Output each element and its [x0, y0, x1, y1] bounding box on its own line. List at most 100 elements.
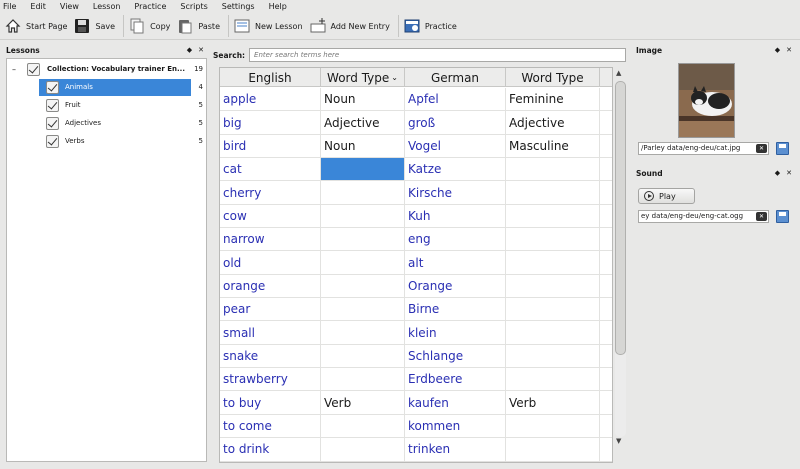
cell-german[interactable]: Vogel [405, 134, 506, 158]
cell-word-type-german[interactable] [506, 414, 600, 438]
table-row[interactable]: cow Kuh [220, 204, 612, 229]
table-row[interactable]: bird Noun Vogel Masculine [220, 134, 612, 159]
cell-german[interactable]: Birne [405, 298, 506, 321]
cell-english[interactable]: bird [220, 134, 321, 158]
cell-word-type[interactable] [321, 368, 405, 391]
cell-word-type[interactable] [321, 251, 405, 274]
table-scrollbar[interactable]: ▲ ▼ [614, 67, 627, 449]
image-path-field[interactable]: /Parley data/eng-deu/cat.jpg ✕ [638, 142, 769, 155]
cell-german[interactable]: kommen [405, 414, 506, 438]
menu-file[interactable]: File [3, 2, 16, 11]
close-panel-icon[interactable]: ✕ [786, 169, 792, 177]
cell-german[interactable]: trinken [405, 438, 506, 461]
save-sound-icon[interactable] [776, 210, 789, 223]
checkbox-collection[interactable] [27, 62, 40, 76]
cell-english[interactable]: snake [220, 344, 321, 368]
cell-german[interactable]: Katze [405, 158, 506, 181]
cell-german[interactable]: eng [405, 228, 506, 251]
cell-english[interactable]: narrow [220, 228, 321, 251]
cell-german[interactable]: Apfel [405, 88, 506, 111]
checkbox-fruit[interactable] [46, 98, 59, 112]
menu-edit[interactable]: Edit [30, 2, 46, 11]
cell-german[interactable]: alt [405, 251, 506, 274]
column-header-english[interactable]: English [220, 68, 321, 87]
cell-word-type[interactable] [321, 344, 405, 368]
paste-button[interactable]: Paste [175, 14, 225, 38]
sound-path-field[interactable]: ey data/eng-deu/eng-cat.ogg ✕ [638, 210, 769, 223]
tree-item-fruit[interactable]: Fruit 5 [7, 96, 206, 114]
cell-german[interactable]: Erdbeere [405, 368, 506, 391]
play-button[interactable]: Play [638, 188, 695, 204]
cell-word-type[interactable] [321, 204, 405, 228]
cell-word-type[interactable] [321, 228, 405, 251]
cell-word-type-german[interactable]: Masculine [506, 134, 600, 158]
copy-button[interactable]: Copy [127, 14, 175, 38]
cell-word-type-german[interactable] [506, 181, 600, 204]
cell-word-type[interactable] [321, 414, 405, 438]
cell-english[interactable]: big [220, 111, 321, 134]
cell-word-type-german[interactable]: Feminine [506, 88, 600, 111]
cell-english[interactable]: pear [220, 298, 321, 321]
scroll-down-icon[interactable]: ▼ [616, 437, 621, 445]
cell-word-type[interactable] [321, 321, 405, 344]
table-row[interactable]: to drink trinken [220, 438, 612, 462]
cell-word-type[interactable]: Noun [321, 88, 405, 111]
column-header-german[interactable]: German [405, 68, 506, 87]
cell-word-type[interactable] [321, 298, 405, 321]
cell-english[interactable]: cherry [220, 181, 321, 204]
cell-word-type[interactable]: Verb [321, 391, 405, 414]
table-row[interactable]: big Adjective groß Adjective [220, 111, 612, 135]
add-new-entry-button[interactable]: Add New Entry [308, 14, 395, 38]
cell-word-type-german[interactable]: Verb [506, 391, 600, 414]
cell-english[interactable]: cow [220, 204, 321, 228]
table-row[interactable]: narrow eng [220, 228, 612, 252]
cell-english[interactable]: to drink [220, 438, 321, 461]
table-row[interactable]: small klein [220, 321, 612, 345]
tree-item-verbs[interactable]: Verbs 5 [7, 132, 206, 150]
menu-lesson[interactable]: Lesson [93, 2, 121, 11]
cell-word-type[interactable] [321, 274, 405, 298]
cell-word-type[interactable]: Adjective [321, 111, 405, 134]
table-row[interactable]: apple Noun Apfel Feminine [220, 88, 612, 112]
cell-word-type[interactable] [321, 181, 405, 204]
cell-word-type-german[interactable] [506, 298, 600, 321]
menu-view[interactable]: View [60, 2, 79, 11]
cell-word-type-german[interactable] [506, 368, 600, 391]
table-row[interactable]: orange Orange [220, 274, 612, 299]
table-row[interactable]: pear Birne [220, 298, 612, 322]
column-header-word-type[interactable]: Word Type ⌄ [321, 68, 405, 87]
cell-word-type[interactable] [321, 438, 405, 461]
close-panel-icon[interactable]: ✕ [198, 46, 204, 54]
tree-item-adjectives[interactable]: Adjectives 5 [7, 114, 206, 132]
cell-word-type-german[interactable] [506, 344, 600, 368]
save-image-icon[interactable] [776, 142, 789, 155]
cell-word-type-german[interactable] [506, 251, 600, 274]
practice-button[interactable]: Practice [402, 14, 462, 38]
cell-word-type-german[interactable] [506, 204, 600, 228]
float-panel-icon[interactable]: ◆ [187, 46, 192, 54]
table-row[interactable]: strawberry Erdbeere [220, 368, 612, 392]
clear-icon[interactable]: ✕ [756, 144, 767, 153]
new-lesson-button[interactable]: New Lesson [232, 14, 308, 38]
cell-english[interactable]: apple [220, 88, 321, 111]
scroll-thumb[interactable] [615, 81, 626, 355]
cell-english[interactable]: to buy [220, 391, 321, 414]
save-button[interactable]: Save [72, 14, 120, 38]
table-row[interactable]: cherry Kirsche [220, 181, 612, 205]
cell-word-type[interactable]: Noun [321, 134, 405, 158]
table-row[interactable]: to come kommen [220, 414, 612, 439]
clear-icon[interactable]: ✕ [756, 212, 767, 221]
cell-english[interactable]: cat [220, 158, 321, 181]
cell-english[interactable]: to come [220, 414, 321, 438]
cell-english[interactable]: strawberry [220, 368, 321, 391]
table-row[interactable]: to buy Verb kaufen Verb [220, 391, 612, 415]
search-input[interactable]: Enter search terms here [249, 48, 627, 62]
float-panel-icon[interactable]: ◆ [775, 46, 780, 54]
tree-item-collection[interactable]: – Collection: Vocabulary trainer En... 1… [7, 60, 206, 78]
cell-german[interactable]: Schlange [405, 344, 506, 368]
cell-word-type-german[interactable] [506, 438, 600, 461]
cell-word-type-german[interactable] [506, 274, 600, 298]
cell-word-type-german[interactable] [506, 321, 600, 344]
float-panel-icon[interactable]: ◆ [775, 169, 780, 177]
cell-word-type-german[interactable]: Adjective [506, 111, 600, 134]
